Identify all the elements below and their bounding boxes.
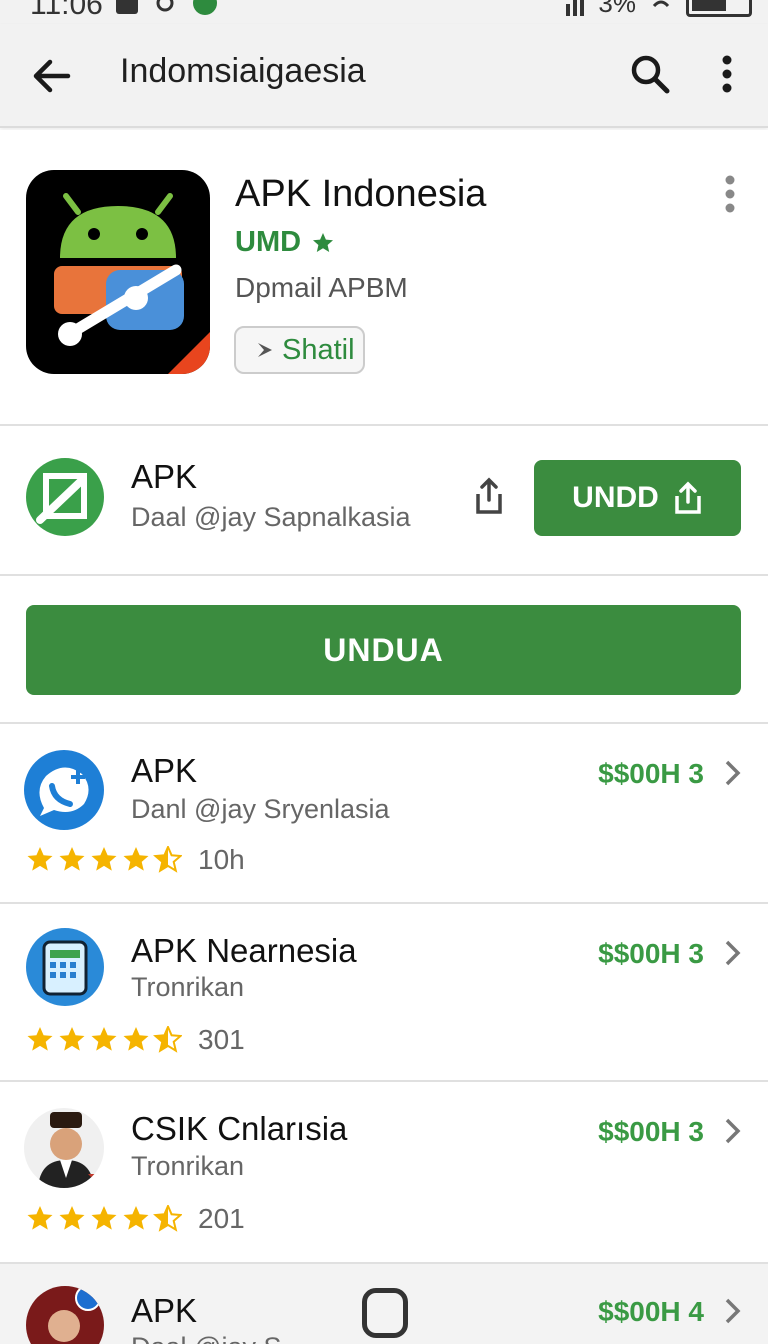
featured-app-title: APK — [131, 458, 198, 495]
status-bar: 11:06 3% — [0, 0, 768, 24]
list-app-icon-2 — [26, 928, 104, 1006]
rating-stars: 301 — [26, 1024, 245, 1056]
star-icon — [27, 846, 182, 872]
wifi-icon — [652, 0, 670, 7]
app-subtitle-text: UMD — [235, 226, 302, 258]
list-item-price: $$00H 3 — [598, 758, 704, 789]
star-icon — [27, 1205, 182, 1231]
rating-count: 301 — [198, 1024, 245, 1055]
list-item[interactable] — [0, 1082, 768, 1264]
rating-count: 10h — [198, 844, 245, 875]
undd-button[interactable]: UNDD — [534, 460, 741, 536]
undd-button-label: UNDD — [572, 481, 659, 514]
battery-icon — [686, 0, 752, 17]
app-bar: Indomsiaigaesia — [0, 24, 768, 128]
tag-chip-label: Shatil — [282, 333, 355, 366]
list-item-price: $$00H 3 — [598, 1116, 704, 1147]
status-notification-icons — [116, 0, 218, 16]
share-icon[interactable] — [470, 476, 508, 516]
app-main-icon — [26, 170, 210, 374]
more-vert-icon[interactable] — [712, 52, 742, 96]
chevron-right-icon[interactable] — [722, 758, 744, 788]
hero-more-icon[interactable] — [718, 174, 742, 214]
app-subtitle: UMD — [235, 226, 335, 259]
tag-chip[interactable]: Shatil — [234, 326, 365, 374]
list-item-subtitle: Danl @jay Sryenlasia — [131, 794, 390, 824]
list-item-title: APK Nearnesia — [131, 932, 357, 969]
tag-arrow-icon — [250, 343, 272, 357]
app-developer: Dpmail APBM — [235, 272, 408, 303]
home-button-icon[interactable] — [362, 1288, 408, 1338]
list-app-icon-3 — [24, 1108, 104, 1188]
star-icon — [27, 1026, 182, 1052]
star-icon — [313, 232, 334, 252]
status-right: 3% — [546, 0, 752, 19]
link-icon — [156, 0, 174, 12]
status-time: 11:06 — [30, 0, 103, 21]
list-item-price: $$00H 4 — [598, 1296, 704, 1327]
back-arrow-icon[interactable] — [28, 52, 76, 100]
chevron-right-icon[interactable] — [722, 938, 744, 968]
list-item-subtitle: Tronrikan — [131, 1151, 245, 1181]
rating-stars: 201 — [26, 1203, 245, 1235]
app-bar-title: Indomsiaigaesia — [120, 52, 366, 90]
battery-percent: 3% — [598, 0, 636, 18]
chevron-right-icon[interactable] — [722, 1296, 744, 1326]
whatsapp-icon — [193, 0, 217, 15]
list-item-title: CSIK Cnlarısia — [131, 1110, 348, 1147]
featured-app-subtitle: Daal @jay Sapnalkasia — [131, 502, 411, 532]
list-item-title: APK — [131, 1292, 198, 1329]
list-item-price: $$00H 3 — [598, 938, 704, 969]
featured-app-icon — [26, 458, 104, 536]
download-button[interactable]: UNDUA — [26, 605, 741, 695]
x-app-icon — [116, 0, 138, 14]
rating-stars: 10h — [26, 844, 245, 876]
signal-icon — [566, 0, 585, 16]
app-title: APK Indonesia — [235, 173, 487, 215]
chevron-right-icon[interactable] — [722, 1116, 744, 1146]
rating-count: 201 — [198, 1203, 245, 1234]
list-item-subtitle: Tronrikan — [131, 972, 245, 1002]
list-item-subtitle: Daal @jay S — [131, 1332, 281, 1344]
search-icon[interactable] — [628, 52, 672, 96]
upload-icon — [675, 481, 701, 514]
list-item-title: APK — [131, 752, 198, 789]
list-app-icon-1 — [24, 750, 104, 830]
